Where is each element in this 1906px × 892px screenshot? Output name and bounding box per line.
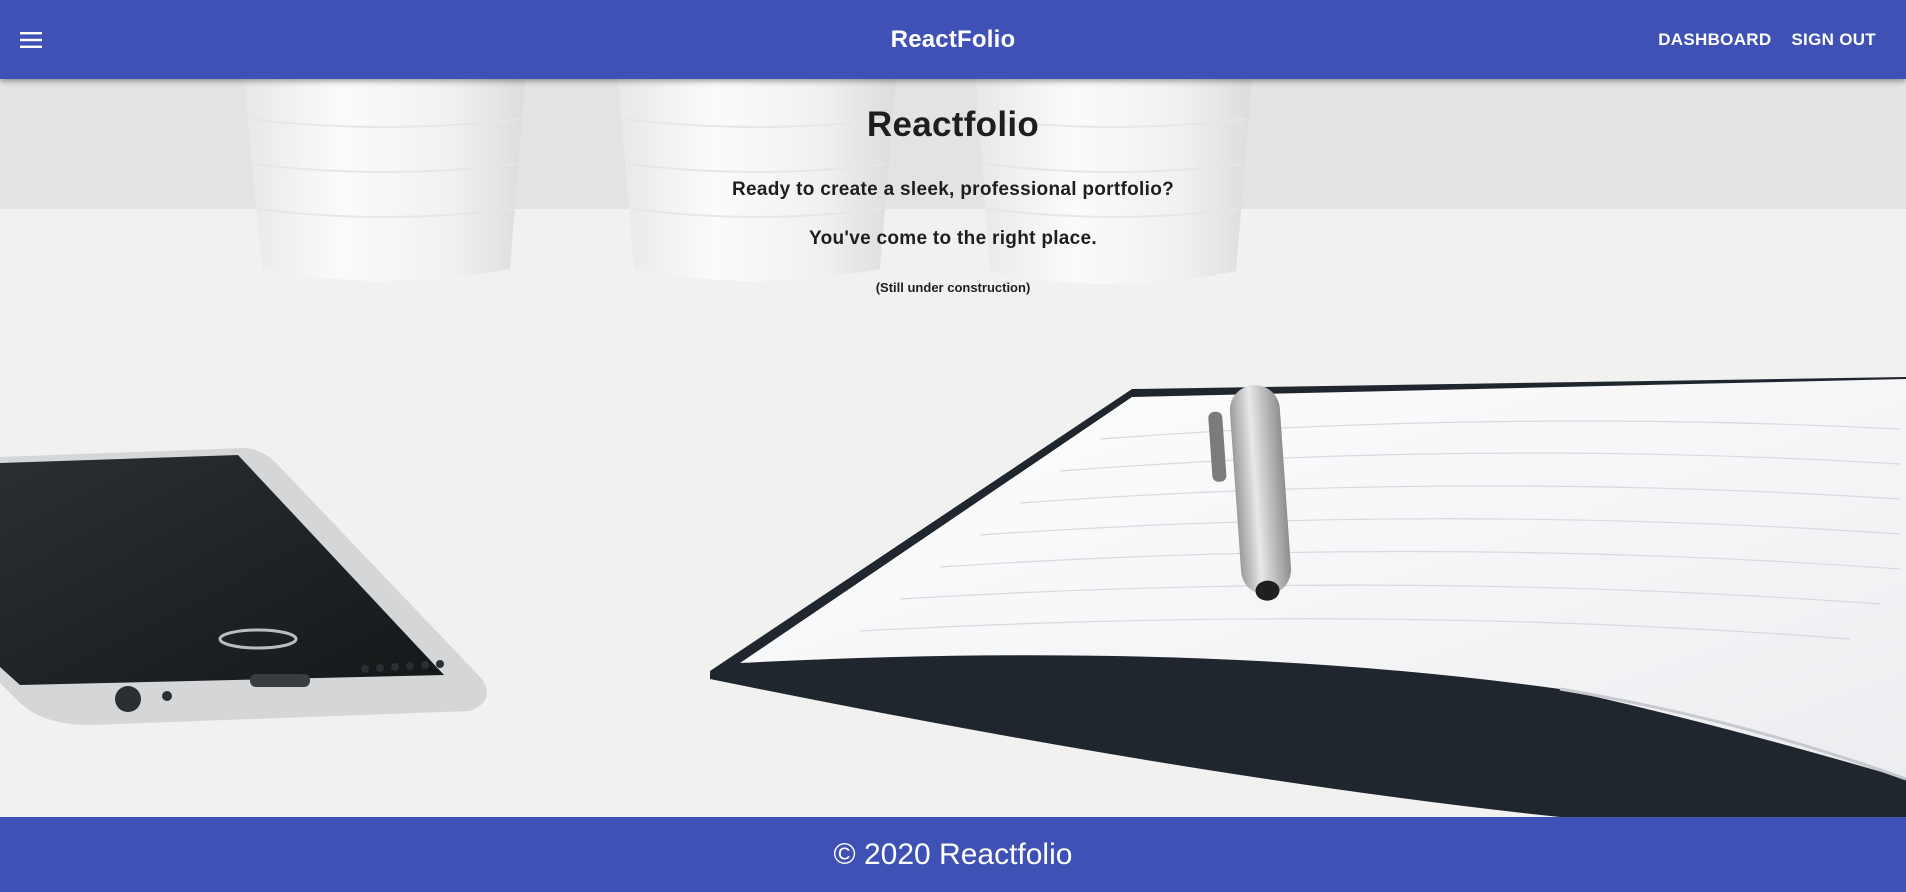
hero-heading: Reactfolio xyxy=(866,105,1040,144)
footer-copyright: © 2020 Reactfolio xyxy=(833,838,1073,871)
footer: © 2020 Reactfolio xyxy=(0,817,1906,892)
construction-note: (Still under construction) xyxy=(875,280,1031,295)
hero-tagline: Ready to create a sleek, professional po… xyxy=(731,179,1175,200)
hero-section: Reactfolio Ready to create a sleek, prof… xyxy=(0,79,1906,817)
app-bar: ReactFolio DASHBOARD SIGN OUT xyxy=(0,0,1906,79)
top-nav: DASHBOARD SIGN OUT xyxy=(1648,0,1886,79)
hero-subtagline: You've come to the right place. xyxy=(809,228,1097,249)
sign-out-button[interactable]: SIGN OUT xyxy=(1781,22,1886,58)
app-title: ReactFolio xyxy=(890,26,1016,53)
page: ReactFolio DASHBOARD SIGN OUT Reactfolio… xyxy=(0,0,1906,892)
dashboard-button[interactable]: DASHBOARD xyxy=(1648,22,1781,58)
